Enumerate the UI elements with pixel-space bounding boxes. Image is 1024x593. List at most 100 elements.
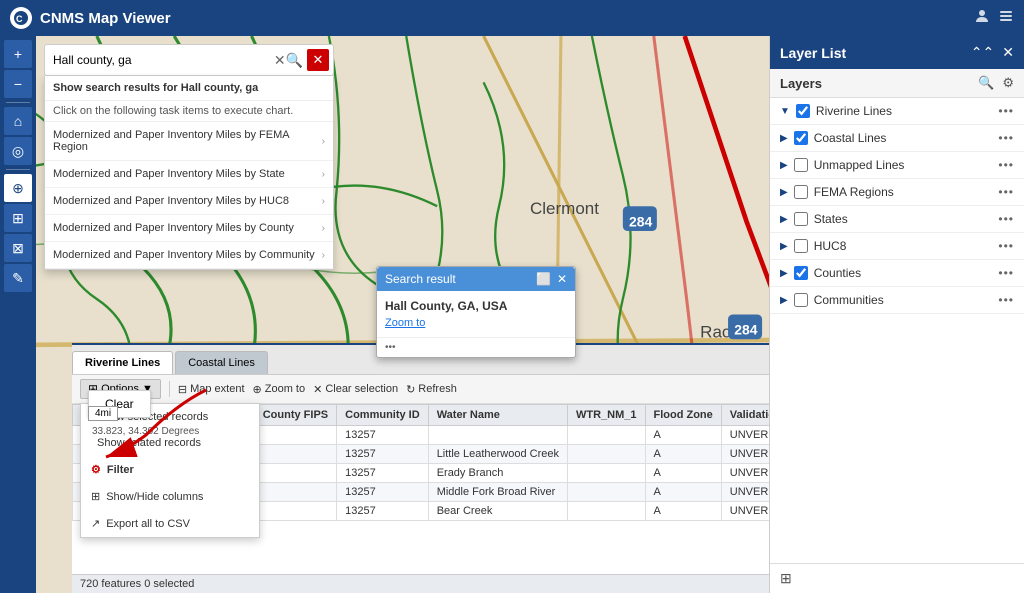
export-icon: ↗ bbox=[91, 517, 100, 530]
layer-panel: Layer List ⌃⌃ ✕ Layers 🔍 ⚙ ▼Riverine Lin… bbox=[769, 36, 1024, 593]
header-actions bbox=[974, 8, 1014, 29]
col-wtr-nm1[interactable]: WTR_NM_1 bbox=[567, 405, 645, 426]
layer-more-btn-2[interactable]: ••• bbox=[998, 158, 1014, 172]
svg-text:Clermont: Clermont bbox=[530, 199, 599, 218]
zoom-in-btn[interactable]: + bbox=[4, 40, 32, 68]
layer-more-btn-3[interactable]: ••• bbox=[998, 185, 1014, 199]
draw-btn[interactable]: ✎ bbox=[4, 264, 32, 292]
zoom-to-btn[interactable]: ⊕ Zoom to bbox=[253, 383, 306, 396]
search-input[interactable] bbox=[49, 53, 274, 67]
svg-text:C: C bbox=[16, 14, 23, 24]
layer-search-btn[interactable]: 🔍 bbox=[978, 75, 994, 91]
pan-btn[interactable]: ⊠ bbox=[4, 234, 32, 262]
popup-location: Hall County, GA, USA bbox=[385, 299, 567, 313]
layer-panel-subheader: Layers 🔍 ⚙ bbox=[770, 69, 1024, 98]
popup-header-icons: ⬜ ✕ bbox=[536, 272, 567, 286]
layer-more-btn-5[interactable]: ••• bbox=[998, 239, 1014, 253]
layer-expand-icon-3[interactable]: ▶ bbox=[780, 187, 788, 198]
table-cell: 13257 bbox=[337, 502, 429, 521]
layer-checkbox-1[interactable] bbox=[794, 131, 808, 145]
popup-close-icon[interactable]: ✕ bbox=[557, 272, 567, 286]
refresh-btn[interactable]: ↻ Refresh bbox=[406, 383, 457, 396]
search-item-1[interactable]: Modernized and Paper Inventory Miles by … bbox=[45, 161, 333, 188]
search-overlay: ✕ 🔍 ✕ Show search results for Hall count… bbox=[44, 44, 334, 270]
layer-checkbox-4[interactable] bbox=[794, 212, 808, 226]
search-hint: Show search results for Hall county, ga bbox=[45, 76, 333, 101]
layers-icon[interactable] bbox=[998, 8, 1014, 29]
search-item-0[interactable]: Modernized and Paper Inventory Miles by … bbox=[45, 122, 333, 161]
col-county-fips[interactable]: County FIPS bbox=[254, 405, 336, 426]
layer-more-btn-6[interactable]: ••• bbox=[998, 266, 1014, 280]
home-btn[interactable]: ⌂ bbox=[4, 107, 32, 135]
table-cell: A bbox=[645, 426, 721, 445]
options-export-csv[interactable]: ↗ Export all to CSV bbox=[81, 510, 259, 537]
clear-selection-btn[interactable]: ✕ Clear selection bbox=[313, 383, 398, 396]
table-cell bbox=[567, 426, 645, 445]
app-logo: C bbox=[10, 7, 32, 29]
layer-name-0: Riverine Lines bbox=[816, 104, 992, 118]
layer-name-3: FEMA Regions bbox=[814, 185, 993, 199]
layer-checkbox-0[interactable] bbox=[796, 104, 810, 118]
refresh-icon: ↻ bbox=[406, 383, 415, 396]
chevron-right-icon: › bbox=[322, 196, 325, 207]
chevron-right-icon: › bbox=[322, 223, 325, 234]
user-icon[interactable] bbox=[974, 8, 990, 29]
col-community-id[interactable]: Community ID bbox=[337, 405, 429, 426]
attr-tab-coastal[interactable]: Coastal Lines bbox=[175, 351, 268, 374]
search-hint-label: Show search results for bbox=[53, 82, 181, 94]
table-cell bbox=[254, 445, 336, 464]
layer-name-7: Communities bbox=[814, 293, 993, 307]
layer-checkbox-5[interactable] bbox=[794, 239, 808, 253]
layer-more-btn-1[interactable]: ••• bbox=[998, 131, 1014, 145]
layer-checkbox-2[interactable] bbox=[794, 158, 808, 172]
layer-panel-close-btn[interactable]: ✕ bbox=[1002, 44, 1014, 61]
popup-zoom-link[interactable]: Zoom to bbox=[385, 317, 567, 329]
select-btn[interactable]: ⊕ bbox=[4, 174, 32, 202]
sidebar-divider-1 bbox=[6, 102, 30, 103]
layer-expand-icon-2[interactable]: ▶ bbox=[780, 160, 788, 171]
options-show-hide[interactable]: ⊞ Show/Hide columns bbox=[81, 483, 259, 510]
search-close-btn[interactable]: ✕ bbox=[307, 49, 329, 71]
search-item-4[interactable]: Modernized and Paper Inventory Miles by … bbox=[45, 242, 333, 269]
table-cell: Erady Branch bbox=[428, 464, 567, 483]
layer-checkbox-3[interactable] bbox=[794, 185, 808, 199]
columns-icon: ⊞ bbox=[91, 490, 100, 503]
layer-more-btn-4[interactable]: ••• bbox=[998, 212, 1014, 226]
zoom-out-btn[interactable]: − bbox=[4, 70, 32, 98]
layer-more-btn-0[interactable]: ••• bbox=[998, 104, 1014, 118]
layer-filter-btn[interactable]: ⚙ bbox=[1002, 75, 1014, 91]
zoom-icon: ⊕ bbox=[253, 383, 262, 396]
table-cell: A bbox=[645, 464, 721, 483]
search-clear-btn[interactable]: ✕ bbox=[274, 52, 286, 69]
layer-expand-icon-1[interactable]: ▶ bbox=[780, 133, 788, 144]
chevron-right-icon: › bbox=[322, 169, 325, 180]
popup-expand-icon[interactable]: ⬜ bbox=[536, 272, 551, 286]
col-water-name[interactable]: Water Name bbox=[428, 405, 567, 426]
sidebar-divider-2 bbox=[6, 169, 30, 170]
search-submit-btn[interactable]: 🔍 bbox=[286, 52, 303, 69]
layer-name-4: States bbox=[814, 212, 993, 226]
search-item-3[interactable]: Modernized and Paper Inventory Miles by … bbox=[45, 215, 333, 242]
layer-expand-icon-5[interactable]: ▶ bbox=[780, 241, 788, 252]
layer-add-icon[interactable]: ⊞ bbox=[780, 570, 792, 587]
measure-btn[interactable]: ⊞ bbox=[4, 204, 32, 232]
layer-expand-icon-0[interactable]: ▼ bbox=[780, 106, 790, 117]
locate-btn[interactable]: ◎ bbox=[4, 137, 32, 165]
table-cell: 13257 bbox=[337, 426, 429, 445]
layer-name-1: Coastal Lines bbox=[814, 131, 993, 145]
table-cell bbox=[567, 464, 645, 483]
app-header: C CNMS Map Viewer bbox=[0, 0, 1024, 36]
table-cell bbox=[428, 426, 567, 445]
layer-expand-icon-7[interactable]: ▶ bbox=[780, 295, 788, 306]
layer-panel-collapse-btn[interactable]: ⌃⌃ bbox=[971, 44, 994, 61]
clear-sel-icon: ✕ bbox=[313, 383, 322, 396]
layer-more-btn-7[interactable]: ••• bbox=[998, 293, 1014, 307]
search-item-2[interactable]: Modernized and Paper Inventory Miles by … bbox=[45, 188, 333, 215]
layer-expand-icon-6[interactable]: ▶ bbox=[780, 268, 788, 279]
layer-checkbox-7[interactable] bbox=[794, 293, 808, 307]
attr-tab-riverine[interactable]: Riverine Lines bbox=[72, 351, 173, 374]
layer-expand-icon-4[interactable]: ▶ bbox=[780, 214, 788, 225]
layer-checkbox-6[interactable] bbox=[794, 266, 808, 280]
layer-item-6: ▶Counties••• bbox=[770, 260, 1024, 287]
col-flood-zone[interactable]: Flood Zone bbox=[645, 405, 721, 426]
